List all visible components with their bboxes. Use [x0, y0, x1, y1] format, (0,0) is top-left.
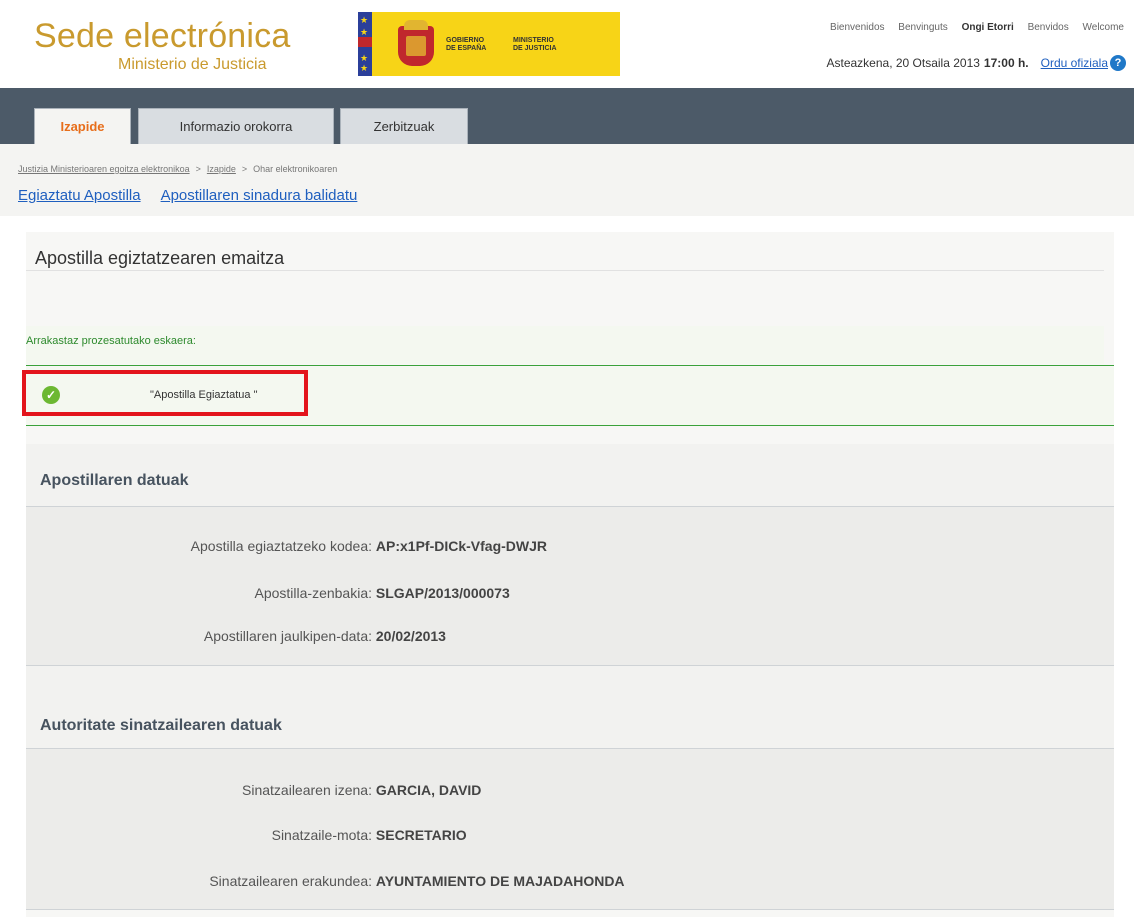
page-title: Apostilla egiztatzearen emaitza	[35, 248, 285, 268]
field-row: Apostilla-zenbakia: SLGAP/2013/000073	[76, 585, 510, 601]
field-value: GARCIA, DAVID	[375, 782, 482, 798]
field-value: SECRETARIO	[375, 827, 467, 843]
help-icon[interactable]: ?	[1110, 55, 1126, 71]
sub-navigation: Egiaztatu Apostilla Apostillaren sinadura…	[18, 187, 377, 204]
coat-of-arms-icon	[398, 20, 434, 66]
field-row: Apostilla egiaztatzeko kodea: AP:x1Pf-DI…	[76, 538, 547, 554]
verify-apostille-link[interactable]: Egiaztatu Apostilla	[18, 187, 141, 204]
breadcrumb-current: Ohar elektronikoaren	[253, 164, 338, 174]
subheader-area	[0, 144, 1134, 216]
breadcrumb-home[interactable]: Justizia Ministerioaren egoitza elektron…	[18, 164, 190, 174]
current-time: 17:00 h.	[983, 56, 1029, 70]
lang-gl[interactable]: Benvidos	[1028, 22, 1069, 33]
field-label: Apostilla-zenbakia:	[254, 585, 372, 601]
field-value: SLGAP/2013/000073	[375, 585, 510, 601]
breadcrumb-izapide[interactable]: Izapide	[207, 164, 236, 174]
breadcrumb: Justizia Ministerioaren egoitza elektron…	[18, 164, 338, 174]
tab-izapide[interactable]: Izapide	[34, 108, 131, 144]
field-row: Sinatzailearen erakundea: AYUNTAMIENTO D…	[76, 873, 625, 889]
field-row: Sinatzaile-mota: SECRETARIO	[76, 827, 467, 843]
date-time: Asteazkena, 20 Otsaila 2013 17:00 h. Ord…	[826, 55, 1126, 71]
field-row: Sinatzailearen izena: GARCIA, DAVID	[76, 782, 481, 798]
field-value: AP:x1Pf-DICk-Vfag-DWJR	[375, 538, 548, 554]
field-row: Apostillaren jaulkipen-data: 20/02/2013	[76, 628, 446, 644]
highlight-box	[22, 370, 308, 416]
official-time-link[interactable]: Ordu ofiziala	[1041, 56, 1108, 70]
divider	[26, 425, 1114, 426]
validate-signature-link[interactable]: Apostillaren sinadura balidatu	[161, 187, 358, 204]
language-selector: Bienvenidos Benvinguts Ongi Etorri Benvi…	[819, 22, 1124, 33]
field-value: AYUNTAMIENTO DE MAJADAHONDA	[375, 873, 625, 889]
site-header: Sede electrónica Ministerio de Justicia …	[0, 0, 1134, 88]
current-date: Asteazkena, 20 Otsaila 2013	[826, 56, 980, 70]
tab-zerbitzuak[interactable]: Zerbitzuak	[340, 108, 468, 144]
divider	[26, 270, 1104, 271]
field-label: Sinatzaile-mota:	[271, 827, 372, 843]
success-heading: Arrakastaz prozesatutako eskaera:	[26, 335, 196, 347]
government-logo: ★ ★ ★ ★ GOBIERNO DE ESPAÑA MINISTERIO DE…	[358, 12, 620, 76]
lang-es[interactable]: Bienvenidos	[830, 22, 884, 33]
gov-logo-text: GOBIERNO DE ESPAÑA	[446, 37, 487, 52]
lang-en[interactable]: Welcome	[1083, 22, 1125, 33]
lang-eu[interactable]: Ongi Etorri	[962, 22, 1014, 33]
field-label: Apostillaren jaulkipen-data:	[203, 628, 372, 644]
section-header-bg	[26, 666, 1114, 748]
section-header-bg	[26, 444, 1114, 506]
site-subtitle: Ministerio de Justicia	[118, 56, 267, 73]
tab-informazio-orokorra[interactable]: Informazio orokorra	[138, 108, 334, 144]
section-title-signing-authority: Autoritate sinatzailearen datuak	[40, 717, 282, 734]
eu-flag-icon: ★ ★ ★ ★	[358, 12, 372, 76]
site-title[interactable]: Sede electrónica	[34, 18, 290, 54]
divider	[26, 365, 1114, 366]
ministry-logo-text: MINISTERIO DE JUSTICIA	[513, 37, 557, 52]
lang-ca[interactable]: Benvinguts	[898, 22, 947, 33]
divider	[26, 909, 1114, 910]
field-label: Sinatzailearen erakundea:	[209, 873, 372, 889]
field-label: Sinatzailearen izena:	[242, 782, 372, 798]
section-title-apostille-data: Apostillaren datuak	[40, 472, 189, 489]
field-value: 20/02/2013	[375, 628, 446, 644]
field-label: Apostilla egiaztatzeko kodea:	[190, 538, 372, 554]
